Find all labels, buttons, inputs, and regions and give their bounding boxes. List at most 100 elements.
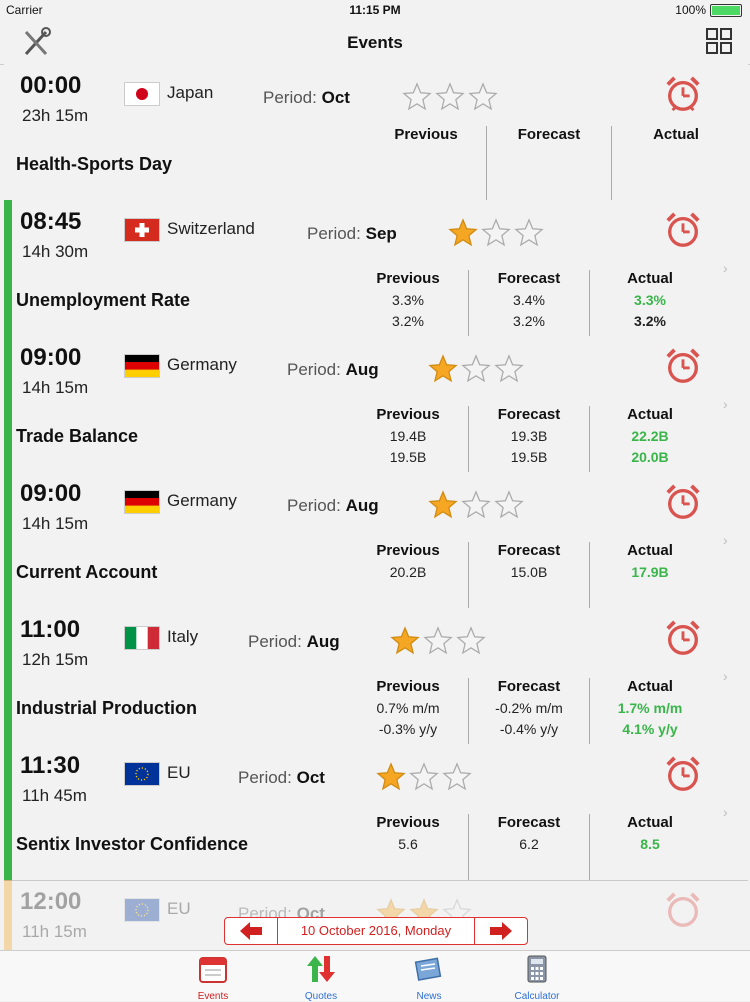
actual-header: Actual bbox=[653, 126, 699, 143]
star-filled-icon bbox=[428, 490, 458, 519]
actual-header: Actual bbox=[627, 542, 673, 559]
alarm-clock-icon[interactable] bbox=[664, 482, 702, 522]
forecast-column: Forecast bbox=[487, 126, 612, 201]
event-row[interactable]: 11:00 12h 15m Italy Period: Aug › Indust… bbox=[4, 608, 748, 745]
alarm-clock-icon[interactable] bbox=[664, 346, 702, 386]
forecast-value: -0.4% y/y bbox=[499, 721, 559, 737]
event-row[interactable]: 00:00 23h 15m Japan Period: Oct Health-S… bbox=[4, 64, 748, 201]
battery-icon bbox=[710, 3, 742, 17]
previous-day-arrow-icon[interactable] bbox=[225, 918, 277, 944]
star-empty-icon bbox=[402, 82, 432, 111]
event-countdown: 14h 30m bbox=[22, 242, 89, 261]
tab-label: Quotes bbox=[304, 991, 338, 1002]
event-values-table: Previous 5.6 Forecast 6.2 Actual 8.5 bbox=[348, 814, 710, 880]
event-row[interactable]: 09:00 14h 15m Germany Period: Aug › Curr… bbox=[4, 472, 748, 609]
star-empty-icon bbox=[435, 82, 465, 111]
forecast-value: -0.2% m/m bbox=[495, 700, 563, 716]
star-filled-icon bbox=[448, 218, 478, 247]
switzerland-flag-icon bbox=[124, 218, 160, 242]
star-empty-icon bbox=[514, 218, 544, 247]
event-time: 09:00 bbox=[20, 344, 82, 371]
eu-flag-icon bbox=[124, 898, 160, 922]
period-label: Period: bbox=[248, 632, 302, 651]
previous-column: Previous 20.2B bbox=[348, 542, 469, 608]
star-empty-icon bbox=[461, 354, 491, 383]
importance-stars bbox=[402, 82, 498, 112]
forecast-header: Forecast bbox=[517, 126, 581, 143]
forecast-header: Forecast bbox=[497, 406, 561, 423]
tab-news[interactable]: News bbox=[389, 954, 469, 1002]
event-name: Industrial Production bbox=[16, 698, 198, 718]
event-row[interactable]: 09:00 14h 15m Germany Period: Aug › Trad… bbox=[4, 336, 748, 473]
forecast-value: 15.0B bbox=[510, 564, 548, 580]
event-values-table: Previous 20.2B Forecast 15.0B Actual 17.9B bbox=[348, 542, 710, 608]
event-country: Germany bbox=[167, 491, 237, 510]
current-date[interactable]: 10 October 2016, Monday bbox=[277, 918, 475, 944]
newspaper-icon bbox=[414, 957, 442, 981]
actual-value: 8.5 bbox=[640, 836, 660, 852]
period-label: Period: bbox=[287, 496, 341, 515]
previous-value: 20.2B bbox=[389, 564, 427, 580]
tab-bar: Events Quotes News Calculator bbox=[0, 950, 750, 1002]
previous-column: Previous 3.3% 3.2% bbox=[348, 270, 469, 336]
event-time: 11:30 bbox=[20, 752, 81, 779]
previous-column: Previous bbox=[366, 126, 487, 201]
event-time: 12:00 bbox=[20, 888, 82, 915]
actual-value: 22.2B bbox=[631, 428, 669, 444]
event-country: Germany bbox=[167, 355, 237, 374]
next-day-arrow-icon[interactable] bbox=[475, 918, 527, 944]
alarm-clock-icon[interactable] bbox=[664, 754, 702, 794]
actual-value: 20.0B bbox=[631, 449, 669, 465]
alarm-clock-icon[interactable] bbox=[664, 890, 702, 930]
event-row[interactable]: 11:30 11h 45m EU Period: Oct › Sentix In… bbox=[4, 744, 748, 881]
events-list[interactable]: 00:00 23h 15m Japan Period: Oct Health-S… bbox=[0, 64, 750, 950]
page-title: Events bbox=[347, 33, 403, 52]
star-empty-icon bbox=[468, 82, 498, 111]
actual-column: Actual 1.7% m/m 4.1% y/y bbox=[590, 678, 710, 744]
previous-header: Previous bbox=[376, 542, 440, 559]
importance-stars bbox=[448, 218, 544, 248]
event-country: Italy bbox=[167, 627, 199, 646]
status-time: 11:15 PM bbox=[349, 3, 401, 17]
alarm-clock-icon[interactable] bbox=[664, 74, 702, 114]
previous-header: Previous bbox=[394, 126, 458, 143]
tab-quotes[interactable]: Quotes bbox=[281, 954, 361, 1002]
previous-header: Previous bbox=[376, 814, 440, 831]
event-row[interactable]: 08:45 14h 30m Switzerland Period: Sep › … bbox=[4, 200, 748, 337]
forecast-value: 3.2% bbox=[513, 313, 545, 329]
battery-status: 100% bbox=[675, 3, 742, 17]
date-navigator: 10 October 2016, Monday bbox=[224, 917, 528, 945]
event-country: Switzerland bbox=[167, 219, 255, 238]
event-status-bar bbox=[4, 472, 12, 608]
qr-grid-icon[interactable] bbox=[706, 28, 732, 54]
chevron-right-icon: › bbox=[723, 532, 728, 548]
period-value: Sep bbox=[365, 224, 397, 243]
alarm-clock-icon[interactable] bbox=[664, 210, 702, 250]
actual-header: Actual bbox=[627, 270, 673, 287]
event-country: EU bbox=[167, 899, 191, 918]
chevron-right-icon: › bbox=[723, 260, 728, 276]
tab-calculator[interactable]: Calculator bbox=[497, 954, 577, 1002]
actual-column: Actual bbox=[612, 126, 740, 201]
forecast-column: Forecast 3.4% 3.2% bbox=[469, 270, 590, 336]
forecast-column: Forecast 6.2 bbox=[469, 814, 590, 880]
importance-stars bbox=[376, 762, 472, 792]
actual-value: 1.7% m/m bbox=[617, 700, 683, 716]
star-empty-icon bbox=[494, 354, 524, 383]
event-status-bar bbox=[4, 608, 12, 744]
forecast-column: Forecast -0.2% m/m -0.4% y/y bbox=[469, 678, 590, 744]
event-countdown: 23h 15m bbox=[22, 106, 89, 125]
italy-flag-icon bbox=[124, 626, 160, 650]
tab-events[interactable]: Events bbox=[173, 954, 253, 1002]
event-period: Period: Oct bbox=[263, 88, 350, 108]
star-empty-icon bbox=[423, 626, 453, 655]
previous-header: Previous bbox=[376, 270, 440, 287]
actual-column: Actual 8.5 bbox=[590, 814, 710, 880]
event-values-table: Previous 3.3% 3.2% Forecast 3.4% 3.2% Actual… bbox=[348, 270, 710, 336]
previous-header: Previous bbox=[376, 406, 440, 423]
alarm-clock-icon[interactable] bbox=[664, 618, 702, 658]
event-period: Period: Aug bbox=[287, 360, 379, 380]
event-status-bar bbox=[4, 880, 12, 950]
event-countdown: 11h 15m bbox=[22, 922, 87, 941]
forecast-value: 19.3B bbox=[510, 428, 548, 444]
